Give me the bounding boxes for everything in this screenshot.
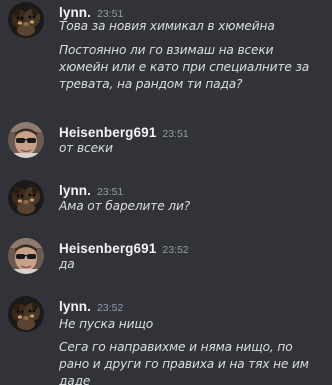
message-text: Сега го направихме и няма нищо, по рано … bbox=[59, 340, 309, 385]
chat-message-list: lynn. 23:51 Това за новия химикал в хюмей… bbox=[0, 0, 332, 385]
username[interactable]: lynn. bbox=[59, 299, 91, 314]
username[interactable]: Heisenberg691 bbox=[59, 241, 156, 256]
message-text: от всеки bbox=[59, 141, 113, 155]
message-header: Heisenberg691 23:52 bbox=[59, 238, 189, 256]
message-header: Heisenberg691 23:51 bbox=[59, 122, 189, 140]
timestamp: 23:51 bbox=[162, 128, 189, 140]
message-text: Ама от барелите ли? bbox=[59, 199, 191, 213]
man-sunglasses-avatar-icon[interactable] bbox=[8, 122, 44, 158]
message-text: Постоянно ли го взимаш на всеки хюмейн и… bbox=[59, 43, 310, 91]
message-header: lynn. 23:51 bbox=[59, 180, 123, 198]
message-text: да bbox=[59, 257, 75, 271]
message-text: Не пуска нищо bbox=[59, 317, 153, 331]
username[interactable]: Heisenberg691 bbox=[59, 125, 156, 140]
timestamp: 23:51 bbox=[97, 186, 124, 198]
message-text: Това за новия химикал в хюмейна bbox=[59, 19, 275, 33]
man-sunglasses-avatar-icon[interactable] bbox=[8, 238, 44, 274]
username[interactable]: lynn. bbox=[59, 183, 91, 198]
dogs-avatar-icon[interactable] bbox=[8, 2, 44, 38]
dogs-avatar-icon[interactable] bbox=[8, 180, 44, 216]
timestamp: 23:52 bbox=[162, 244, 189, 256]
dogs-avatar-icon[interactable] bbox=[8, 296, 44, 332]
message-header: lynn. 23:52 bbox=[59, 296, 123, 314]
timestamp: 23:52 bbox=[97, 302, 124, 314]
